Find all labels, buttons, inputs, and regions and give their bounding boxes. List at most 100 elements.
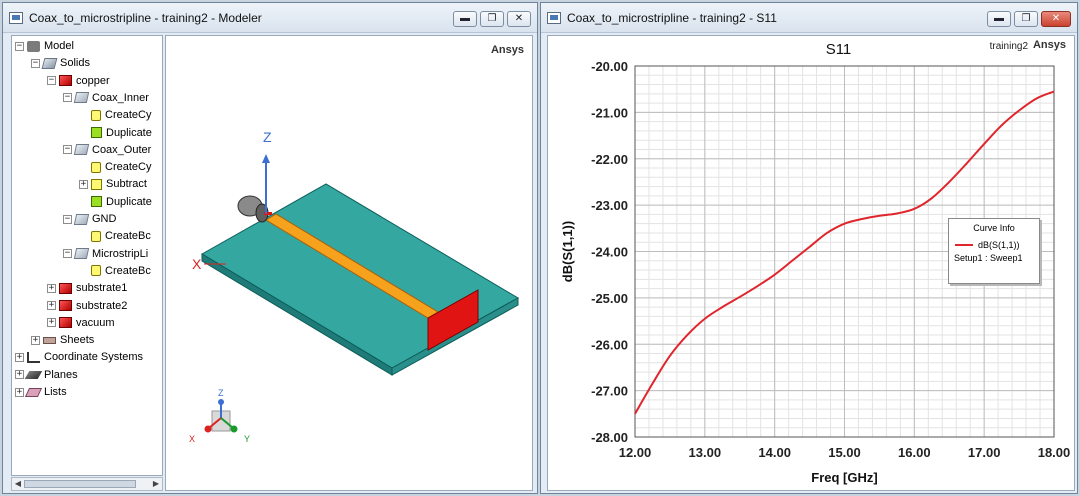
y-tick-label: -24.00 bbox=[591, 245, 628, 260]
tree-item-label: copper bbox=[76, 74, 110, 87]
tree-item-label: CreateCy bbox=[105, 109, 152, 122]
plot-window-title: Coax_to_microstripline - training2 - S11 bbox=[567, 10, 777, 25]
3d-viewport[interactable]: Ansys Z X Z X Y bbox=[165, 35, 533, 491]
tree-item[interactable]: Duplicate bbox=[79, 125, 152, 141]
restore-button[interactable]: ❐ bbox=[1014, 11, 1038, 27]
tree-item-label: Subtract bbox=[106, 178, 147, 191]
expand-toggle-icon[interactable]: + bbox=[47, 301, 56, 310]
tree-item[interactable]: − copper bbox=[47, 73, 110, 89]
expand-toggle-icon[interactable]: − bbox=[63, 145, 72, 155]
tree-item-label: Duplicate bbox=[106, 195, 152, 208]
create-cylinder-icon bbox=[91, 109, 101, 121]
tree-item[interactable]: − GND bbox=[63, 211, 116, 227]
legend-title: Curve Info bbox=[973, 223, 1015, 233]
z-axis-label: Z bbox=[263, 129, 272, 145]
material-icon bbox=[59, 300, 72, 311]
expand-toggle-icon[interactable]: − bbox=[63, 214, 72, 224]
ansys-logo: Ansys bbox=[490, 44, 524, 56]
scroll-right-icon[interactable]: ▶ bbox=[151, 479, 161, 489]
orientation-triad-icon: Z X Y bbox=[189, 388, 250, 444]
close-button[interactable]: ✕ bbox=[1041, 11, 1071, 27]
y-tick-label: -26.00 bbox=[591, 337, 628, 352]
model-tree[interactable]: − Model − Solids − copper − Coax_Inner CreateCy D… bbox=[11, 35, 163, 476]
material-icon bbox=[59, 317, 72, 329]
coordinate-icon bbox=[27, 351, 40, 363]
expand-toggle-icon[interactable]: + bbox=[31, 335, 40, 345]
tree-item[interactable]: + Sheets bbox=[31, 332, 94, 348]
tree-item-label: substrate1 bbox=[76, 282, 128, 295]
tree-item[interactable]: − Model bbox=[15, 38, 74, 54]
tree-item-label: CreateBc bbox=[105, 230, 151, 243]
y-tick-label: -27.00 bbox=[591, 384, 628, 399]
tree-item[interactable]: CreateCy bbox=[79, 159, 151, 175]
expand-toggle-icon[interactable]: − bbox=[63, 249, 72, 259]
tree-item[interactable]: CreateBc bbox=[79, 228, 151, 244]
3d-model-view[interactable]: Z X Z X Y bbox=[166, 36, 532, 490]
tree-item-label: GND bbox=[92, 213, 117, 225]
expand-toggle-icon[interactable]: − bbox=[63, 93, 72, 103]
legend-entry[interactable]: dB(S(1,1)) bbox=[949, 240, 1039, 250]
tree-item-label: Duplicate bbox=[106, 126, 152, 139]
expand-toggle-icon[interactable]: + bbox=[47, 318, 56, 328]
expand-toggle-icon[interactable]: − bbox=[15, 41, 24, 51]
tree-item[interactable]: + Coordinate Systems bbox=[15, 349, 143, 365]
tree-item[interactable]: + vacuum bbox=[47, 315, 115, 331]
expand-toggle-icon[interactable]: + bbox=[47, 283, 56, 293]
expand-toggle-icon[interactable]: + bbox=[15, 370, 24, 380]
close-button[interactable]: ✕ bbox=[507, 11, 531, 27]
window-app-icon bbox=[9, 11, 23, 24]
tree-item[interactable]: CreateBc bbox=[79, 263, 151, 279]
minimize-button[interactable]: ▬ bbox=[987, 11, 1011, 27]
tree-item-label: Coax_Outer bbox=[92, 143, 152, 156]
y-tick-label: -22.00 bbox=[591, 152, 628, 167]
duplicate-icon bbox=[91, 127, 102, 138]
triad-x-label: X bbox=[189, 434, 195, 444]
expand-toggle-icon[interactable]: − bbox=[47, 76, 56, 86]
tree-item[interactable]: + Subtract bbox=[79, 176, 147, 192]
object-icon bbox=[73, 213, 90, 225]
ansys-logo: Ansys bbox=[1032, 39, 1066, 51]
object-icon bbox=[73, 144, 90, 156]
chart-title: S11 bbox=[826, 41, 852, 58]
modeler-window[interactable]: Coax_to_microstripline - training2 - Mod… bbox=[2, 2, 538, 494]
tree-item[interactable]: + substrate2 bbox=[47, 298, 127, 314]
duplicate-icon bbox=[91, 196, 102, 208]
expand-toggle-icon[interactable]: + bbox=[15, 352, 24, 362]
material-icon bbox=[59, 282, 72, 294]
y-axis-label: dB(S(1,1)) bbox=[560, 221, 575, 282]
plot-window[interactable]: Coax_to_microstripline - training2 - S11… bbox=[540, 2, 1078, 494]
tree-item-label: CreateCy bbox=[105, 161, 152, 174]
expand-toggle-icon[interactable]: + bbox=[79, 179, 88, 189]
expand-toggle-icon[interactable]: − bbox=[31, 58, 40, 68]
expand-toggle-icon[interactable]: + bbox=[15, 387, 24, 397]
tree-item-label: Lists bbox=[44, 386, 67, 398]
tree-item[interactable]: − Solids bbox=[31, 55, 90, 71]
tree-item[interactable]: + Planes bbox=[15, 367, 78, 383]
window-app-icon bbox=[547, 11, 561, 24]
x-axis-label: Freq [GHz] bbox=[811, 470, 877, 485]
y-tick-label: -20.00 bbox=[591, 59, 628, 74]
tree-item-label: vacuum bbox=[76, 316, 115, 329]
curve-info-legend[interactable]: Curve Info dB(S(1,1)) Setup1 : Sweep1 bbox=[948, 218, 1040, 284]
solids-icon bbox=[41, 57, 58, 69]
tree-horizontal-scrollbar[interactable]: ◀ ▶ bbox=[11, 477, 163, 491]
tree-item[interactable]: − MicrostripLi bbox=[63, 246, 148, 262]
tree-item-label: substrate2 bbox=[76, 299, 128, 312]
y-tick-label: -28.00 bbox=[591, 430, 628, 445]
y-tick-label: -25.00 bbox=[591, 291, 628, 306]
x-tick-label: 18.00 bbox=[1038, 445, 1071, 460]
tree-item[interactable]: + substrate1 bbox=[47, 280, 127, 296]
tree-item[interactable]: + Lists bbox=[15, 384, 67, 400]
tree-item[interactable]: Duplicate bbox=[79, 194, 152, 210]
scrollbar-thumb[interactable] bbox=[24, 480, 136, 488]
tree-item[interactable]: CreateCy bbox=[79, 107, 151, 123]
tree-item[interactable]: − Coax_Inner bbox=[63, 90, 149, 106]
scroll-left-icon[interactable]: ◀ bbox=[13, 479, 23, 489]
restore-button[interactable]: ❐ bbox=[480, 11, 504, 27]
s11-plot-area[interactable]: Ansys training2 12.00 13.00 14.00 15.00 16.0… bbox=[547, 35, 1075, 491]
object-icon bbox=[73, 92, 90, 104]
x-axis-label: X bbox=[192, 256, 202, 272]
tree-item[interactable]: − Coax_Outer bbox=[63, 142, 151, 158]
minimize-button[interactable]: ▬ bbox=[453, 11, 477, 27]
